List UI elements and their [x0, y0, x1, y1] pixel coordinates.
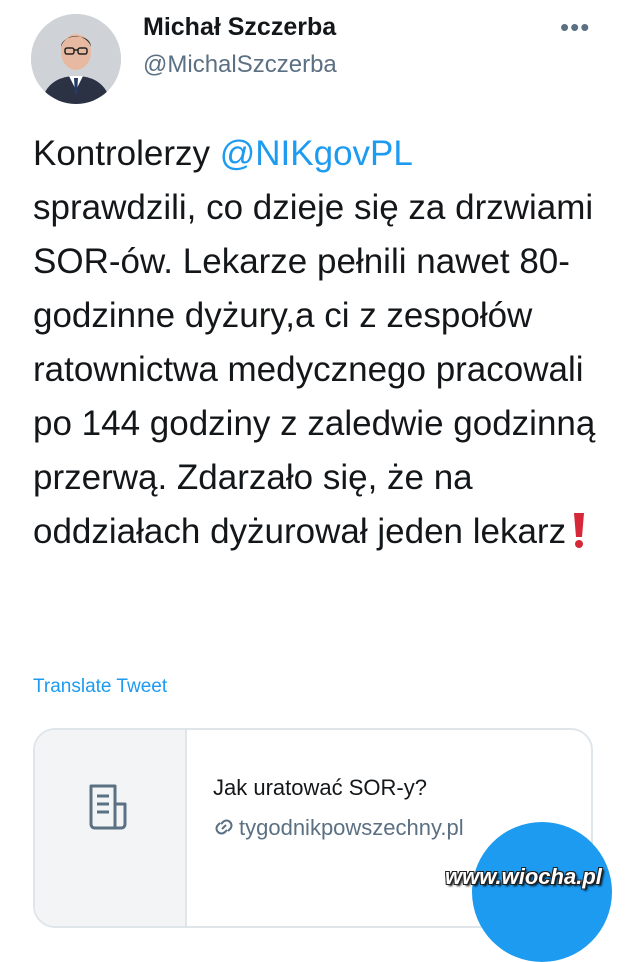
document-icon — [85, 782, 135, 837]
tweet-text: Kontrolerzy @NIKgovPL sprawdzili, co dzi… — [33, 127, 613, 565]
compose-tweet-button[interactable] — [472, 822, 612, 962]
author-handle[interactable]: @MichalSzczerba — [143, 51, 337, 79]
tweet-text-start: Kontrolerzy — [33, 134, 220, 173]
author-name[interactable]: Michał Szczerba — [143, 13, 336, 42]
red-exclamation-icon — [572, 511, 586, 565]
card-domain-text: tygodnikpowszechny.pl — [239, 815, 464, 840]
mention-link[interactable]: @NIKgovPL — [220, 134, 413, 173]
card-title[interactable]: Jak uratować SOR-y? — [213, 775, 427, 801]
tweet-text-body: sprawdzili, co dzieje się za drzwiami SO… — [33, 188, 596, 551]
more-horizontal-icon[interactable]: ••• — [560, 12, 590, 43]
link-icon — [213, 816, 235, 844]
translate-tweet-link[interactable]: Translate Tweet — [33, 676, 167, 698]
watermark: www.wiocha.pl — [445, 864, 602, 889]
card-domain: tygodnikpowszechny.pl — [213, 815, 464, 844]
card-media — [35, 730, 187, 926]
avatar[interactable] — [31, 14, 121, 104]
